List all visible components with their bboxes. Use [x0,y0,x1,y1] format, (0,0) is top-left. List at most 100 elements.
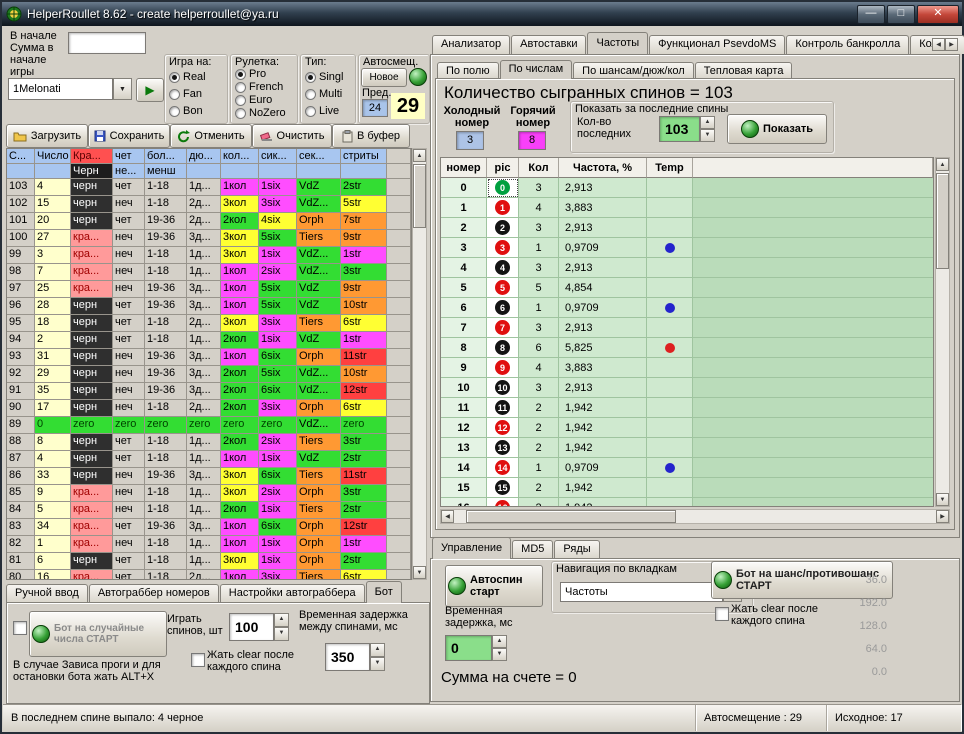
tab-autograbber[interactable]: Автограббер номеров [89,584,219,603]
table-row[interactable]: 121221,942 [441,418,933,438]
table-row[interactable]: 111121,942 [441,398,933,418]
random-bot-start-button[interactable]: Бот на случайные числа СТАРТ [29,611,167,657]
radio-real[interactable]: Real [169,71,206,83]
table-row[interactable]: 874чернчет1-181д...1кол1sixVdZ2str [7,451,411,468]
spin-delay-stepper[interactable]: 350 ▲▼ [325,643,385,671]
maximize-button[interactable]: □ [887,5,915,24]
title-bar[interactable]: HelperRoullet 8.62 - create helperroulle… [2,2,962,26]
table-row[interactable]: 2232,913 [441,218,933,238]
new-shift-button[interactable]: Новое [361,68,407,87]
subtab-by-numbers[interactable]: По числам [500,60,573,79]
radio-pro[interactable]: Pro [235,68,266,80]
table-row[interactable]: 8016кра...чет1-182д...1кол3sixTiers6str [7,570,411,580]
table-row[interactable]: 9135черннеч19-363д...2кол6sixVdZ...12str [7,383,411,400]
table-row[interactable]: 161621,942 [441,498,933,507]
freq-scroll-thumb[interactable] [936,173,949,269]
scroll-down-icon[interactable]: ▼ [413,566,426,579]
spin-down-icon[interactable]: ▼ [492,648,507,661]
radio-fan[interactable]: Fan [169,88,202,100]
last-count-stepper[interactable]: 103 ▲▼ [659,116,715,142]
table-row[interactable]: 888чернчет1-181д...2кол2sixTiers3str [7,434,411,451]
tab-scroll-left-icon[interactable]: ◀ [932,38,945,51]
history-scroll-thumb[interactable] [413,164,426,228]
scroll-down-icon[interactable]: ▼ [936,493,949,506]
tab-md5[interactable]: MD5 [512,540,553,559]
undo-button[interactable]: Отменить [170,124,252,148]
scroll-right-icon[interactable]: ▶ [936,510,949,523]
scroll-up-icon[interactable]: ▲ [413,149,426,162]
radio-live[interactable]: Live [305,105,339,117]
table-row[interactable]: 6610,9709 [441,298,933,318]
spin-up-icon[interactable]: ▲ [274,613,289,627]
table-row[interactable]: 8633черннеч19-363д...3кол6sixTiers11str [7,468,411,485]
radio-french[interactable]: French [235,81,283,93]
table-row[interactable]: 0032,913 [441,178,933,198]
tab-frequencies[interactable]: Частоты [587,32,648,54]
table-row[interactable]: 131321,942 [441,438,933,458]
table-row[interactable]: 5554,854 [441,278,933,298]
table-row[interactable]: 1143,883 [441,198,933,218]
history-scrollbar[interactable]: ▲ ▼ [412,148,427,580]
tab-psevdoms[interactable]: Функционал PsevdoMS [649,35,785,54]
table-row[interactable]: 10120чернчет19-362д...2кол4sixOrph7str [7,213,411,230]
tab-rows[interactable]: Ряды [554,540,599,559]
subtab-heatmap[interactable]: Тепловая карта [695,62,793,79]
minimize-button[interactable]: — [857,5,885,24]
table-row[interactable]: 141410,9709 [441,458,933,478]
save-button[interactable]: Сохранить [88,124,170,148]
table-row[interactable]: 942чернчет1-181д...2кол1sixVdZ1str [7,332,411,349]
table-row[interactable]: 993кра...неч1-181д...3кол1sixVdZ...1str [7,247,411,264]
tab-autobets[interactable]: Автоставки [511,35,586,54]
table-row[interactable]: 1034чернчет1-181д...1кол1sixVdZ2str [7,179,411,196]
freq-hscrollbar[interactable]: ◀ ▶ [440,509,950,524]
spin-down-icon[interactable]: ▼ [700,129,715,142]
table-row[interactable]: 10215черннеч1-182д...3кол3sixVdZ...5str [7,196,411,213]
spin-up-icon[interactable]: ▲ [492,635,507,648]
table-row[interactable]: 9725кра...неч19-363д...1кол5sixVdZ9str [7,281,411,298]
table-row[interactable]: 9943,883 [441,358,933,378]
radio-multi[interactable]: Multi [305,88,342,100]
start-sum-input[interactable] [68,32,146,54]
table-row[interactable]: 9628чернчет19-363д...1кол5sixVdZ10str [7,298,411,315]
close-button[interactable]: ✕ [917,5,959,24]
autospin-start-button[interactable]: Автоспин старт [445,565,543,607]
freq-hscroll-thumb[interactable] [466,510,676,523]
scroll-up-icon[interactable]: ▲ [936,158,949,171]
scroll-left-icon[interactable]: ◀ [441,510,454,523]
table-row[interactable]: 10027кра...неч19-363д...3кол5sixTiers9st… [7,230,411,247]
table-row[interactable]: 3310,9709 [441,238,933,258]
chevron-down-icon[interactable]: ▼ [113,78,132,100]
table-row[interactable]: 9229черннеч19-363д...2кол5sixVdZ...10str [7,366,411,383]
table-row[interactable]: 7732,913 [441,318,933,338]
table-row[interactable]: 821кра...неч1-181д...1кол1sixOrph1str [7,536,411,553]
spin-down-icon[interactable]: ▼ [274,627,289,641]
subtab-by-field[interactable]: По полю [437,62,499,79]
copy-to-buffer-button[interactable]: В буфер [332,124,410,148]
table-row[interactable]: 859кра...неч1-181д...3кол2sixOrph3str [7,485,411,502]
table-row[interactable]: 987кра...неч1-181д...1кол2sixVdZ...3str [7,264,411,281]
table-row[interactable]: 890zerozerozerozerozerozeroVdZ...zero [7,417,411,434]
table-row[interactable]: 101032,913 [441,378,933,398]
spins-count-stepper[interactable]: 100 ▲▼ [229,613,289,641]
radio-singl[interactable]: Singl [305,71,343,83]
tab-bankroll[interactable]: Контроль банкролла [786,35,909,54]
table-row[interactable]: 845кра...неч1-181д...2кол1sixTiers2str [7,502,411,519]
show-button[interactable]: Показать [727,114,827,144]
subtab-by-chances[interactable]: По шансам/дюж/кол [573,62,694,79]
tab-scroll-right-icon[interactable]: ▶ [945,38,958,51]
table-row[interactable]: 816чернчет1-181д...3кол1sixOrph2str [7,553,411,570]
tab-analyzer[interactable]: Анализатор [432,35,510,54]
table-row[interactable]: 151521,942 [441,478,933,498]
tab-control[interactable]: Управление [432,537,511,559]
spin-up-icon[interactable]: ▲ [700,116,715,129]
table-row[interactable]: 9331черннеч19-363д...1кол6sixOrph11str [7,349,411,366]
radio-euro[interactable]: Euro [235,94,272,106]
tab-grabber-settings[interactable]: Настройки автограббера [220,584,365,603]
freq-scrollbar[interactable]: ▲ ▼ [935,157,950,507]
table-row[interactable]: 4432,913 [441,258,933,278]
play-button[interactable]: ▶ [136,78,164,102]
control-delay-stepper[interactable]: 0 ▲▼ [445,635,507,661]
spin-down-icon[interactable]: ▼ [370,657,385,671]
spin-up-icon[interactable]: ▲ [370,643,385,657]
profile-combobox[interactable]: 1Melonati ▼ [8,78,132,100]
